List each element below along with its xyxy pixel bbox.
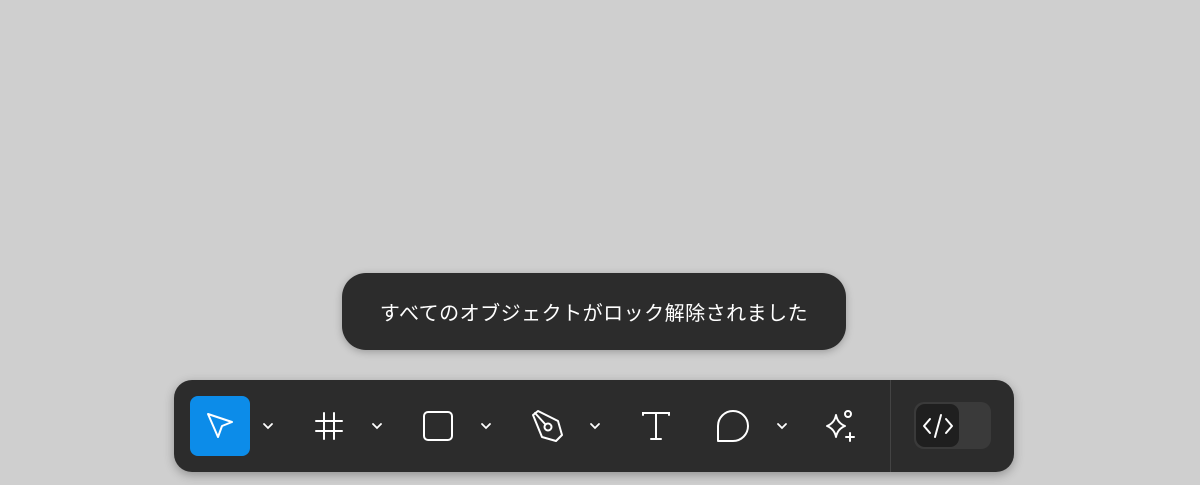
comment-bubble-icon (715, 408, 751, 444)
move-tool-button[interactable] (190, 396, 250, 456)
frame-hash-icon (312, 409, 346, 443)
toast-message: すべてのオブジェクトがロック解除されました (379, 301, 809, 325)
rectangle-icon (421, 409, 455, 443)
text-t-icon (639, 409, 673, 443)
toolbar-divider (890, 380, 891, 472)
frame-tool-button[interactable] (299, 396, 359, 456)
chevron-down-icon (480, 422, 492, 430)
canvas[interactable]: すべてのオブジェクトがロック解除されました (0, 0, 1200, 485)
chevron-down-icon (371, 422, 383, 430)
bottom-toolbar (174, 380, 1014, 472)
notification-toast: すべてのオブジェクトがロック解除されました (342, 273, 846, 350)
dev-mode-knob (916, 404, 959, 447)
move-tool-dropdown[interactable] (258, 416, 278, 436)
shape-tool-dropdown[interactable] (476, 416, 496, 436)
pen-icon (528, 407, 566, 445)
pen-tool-dropdown[interactable] (585, 416, 605, 436)
sparkle-plus-icon (821, 406, 861, 446)
pen-tool-button[interactable] (517, 396, 577, 456)
chevron-down-icon (589, 422, 601, 430)
chevron-down-icon (776, 422, 788, 430)
frame-tool-dropdown[interactable] (367, 416, 387, 436)
comment-tool-dropdown[interactable] (772, 416, 792, 436)
dev-mode-toggle[interactable] (914, 402, 991, 449)
actions-tool-button[interactable] (811, 396, 871, 456)
chevron-down-icon (262, 422, 274, 430)
comment-tool-button[interactable] (703, 396, 763, 456)
cursor-arrow-icon (203, 409, 237, 443)
shape-tool-button[interactable] (408, 396, 468, 456)
text-tool-button[interactable] (626, 396, 686, 456)
code-brackets-icon (921, 412, 955, 440)
